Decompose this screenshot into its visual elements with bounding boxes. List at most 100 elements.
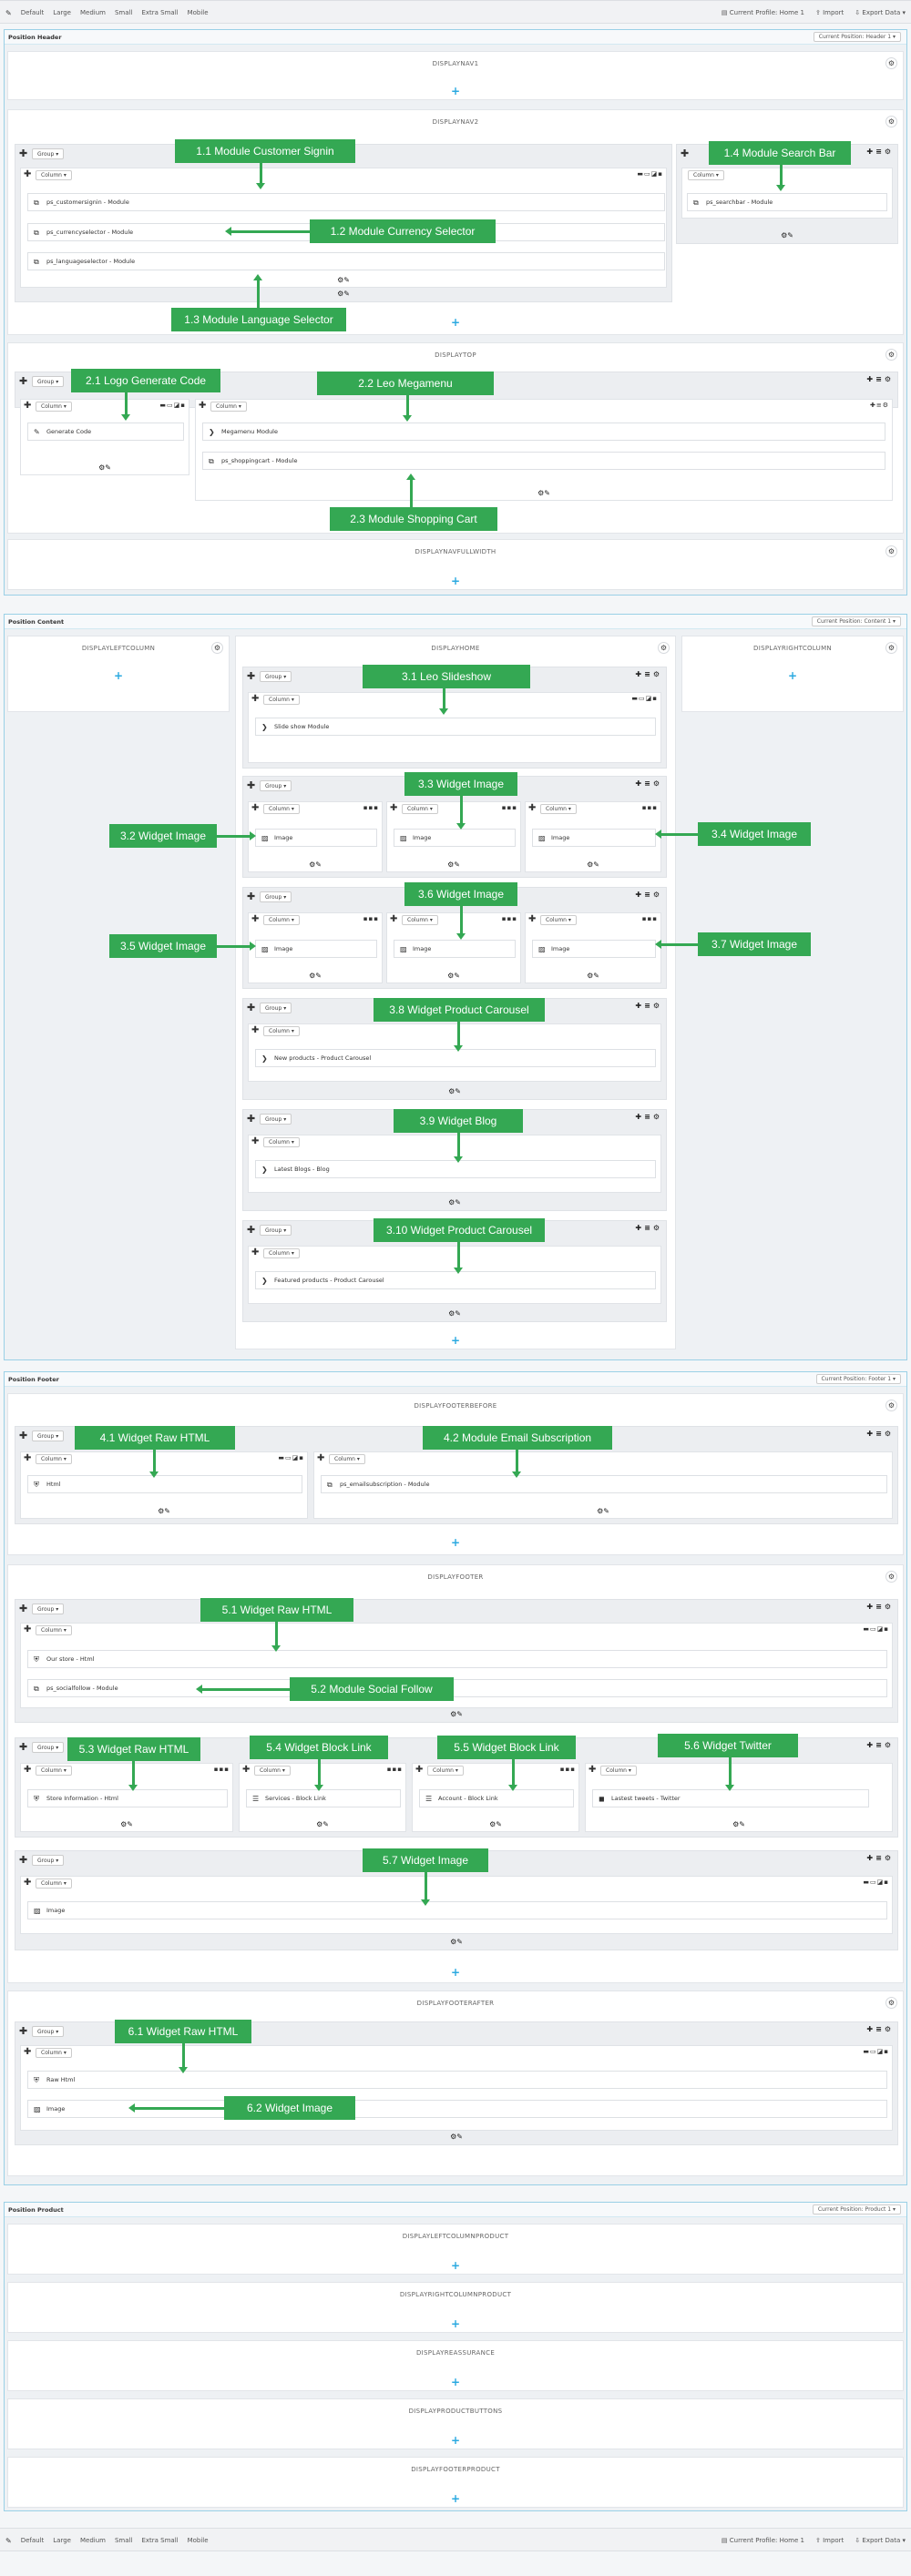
module-twitter[interactable]: ◼ Lastest tweets - Twitter [592,1789,869,1807]
group-actions[interactable]: ✚≡⚙ [866,1430,894,1438]
group-button[interactable]: Group ▾ [32,1855,65,1866]
add-widget-icon[interactable]: ✚ [24,169,31,179]
add-widget-icon[interactable]: ✚ [24,1765,31,1775]
add-column-icon[interactable]: ✚ [19,375,27,387]
group-button[interactable]: Group ▾ [32,1431,65,1441]
column-button[interactable]: Column ▾ [540,804,577,814]
current-profile-button[interactable]: ▤ Current Profile: Home 1 [722,2537,804,2544]
module-services[interactable]: ☰ Services - Block Link [246,1789,401,1807]
add-group-icon[interactable]: + [8,575,903,587]
module-featured[interactable]: ❯ Featured products - Product Carousel [255,1271,656,1289]
gear-icon[interactable]: ⚙ [211,642,223,654]
column-button[interactable]: Column ▾ [263,1248,300,1258]
column-button[interactable]: Column ▾ [263,1026,300,1036]
export-button[interactable]: ⇩ Export Data ▾ [855,9,906,16]
column-button[interactable]: Column ▾ [36,1766,72,1776]
gear-icon[interactable]: ⚙ [885,57,897,69]
column-settings-icon[interactable]: ⚙✎ [249,972,382,980]
group-actions[interactable]: ✚≡⚙ [866,148,894,156]
column-settings-icon[interactable]: ⚙✎ [21,1820,232,1828]
group-actions[interactable]: ✚≡⚙ [866,375,894,383]
add-widget-icon[interactable]: ✚ [24,401,31,411]
column-settings-icon[interactable]: ⚙✎ [586,1820,892,1828]
add-widget-icon[interactable]: ✚ [251,1025,259,1035]
column-button[interactable]: Column ▾ [402,915,438,925]
gear-icon[interactable]: ⚙ [885,642,897,654]
add-widget-icon[interactable]: ✚ [390,914,397,924]
add-widget-icon[interactable]: ✚ [251,914,259,924]
module-image[interactable]: ▨ Image [27,1901,887,1919]
module-slideshow[interactable]: ❯ Slide show Module [255,718,656,736]
column-settings-icon[interactable]: ⚙✎ [314,1507,892,1515]
column-settings-icon[interactable]: ⚙✎ [387,860,520,869]
add-group-icon[interactable]: + [8,2259,903,2272]
column-settings-icon[interactable]: ⚙✎ [526,972,660,980]
column-settings-icon[interactable]: ⚙✎ [21,1507,307,1515]
column-button[interactable]: Column ▾ [600,1766,637,1776]
module-megamenu[interactable]: ❯ Megamenu Module [202,423,885,441]
group-button[interactable]: Group ▾ [32,1604,65,1614]
add-widget-icon[interactable]: ✚ [24,2047,31,2057]
wrench-icon[interactable]: ✎ [5,9,12,17]
add-column-icon[interactable]: ✚ [247,779,255,791]
add-column-icon[interactable]: ✚ [247,1113,255,1125]
gear-icon[interactable]: ⚙ [885,116,897,127]
module-image[interactable]: ▨ Image [255,940,377,958]
add-widget-icon[interactable]: ✚ [528,914,536,924]
group-actions[interactable]: ✚≡⚙ [866,1741,894,1749]
device-default[interactable]: Default [21,2537,45,2544]
group-actions[interactable]: ✚≡⚙ [635,1002,662,1010]
column-actions[interactable]: ▪▪▪ [387,1766,403,1773]
add-group-icon[interactable]: + [8,2317,903,2330]
module-account[interactable]: ☰ Account - Block Link [419,1789,574,1807]
module-socialfollow[interactable]: ⧉ ps_socialfollow - Module [27,1679,887,1697]
position-profile-dropdown[interactable]: Current Position: Content 1 ▾ [811,616,901,626]
group-actions[interactable]: ✚≡⚙ [635,1224,662,1232]
group-button[interactable]: Group ▾ [260,1003,292,1013]
add-group-icon[interactable]: + [8,2376,903,2388]
add-column-icon[interactable]: ✚ [19,148,27,159]
add-widget-icon[interactable]: ✚ [251,694,259,704]
column-button[interactable]: Column ▾ [329,1454,365,1464]
add-group-icon[interactable]: + [8,1966,903,1979]
gear-icon[interactable]: ⚙ [885,349,897,361]
module-image[interactable]: ▨ Image [532,829,656,847]
group-button[interactable]: Group ▾ [260,671,292,682]
add-group-icon[interactable]: + [8,669,229,682]
add-group-icon[interactable]: + [8,85,903,97]
device-extra-small[interactable]: Extra Small [141,2537,178,2544]
add-column-icon[interactable]: ✚ [247,891,255,902]
group-actions[interactable]: ✚≡⚙ [635,891,662,899]
module-searchbar[interactable]: ⧉ ps_searchbar - Module [687,193,887,211]
group-actions[interactable]: ✚≡⚙ [635,670,662,678]
device-large[interactable]: Large [53,9,71,16]
column-button[interactable]: Column ▾ [36,1625,72,1635]
column-button[interactable]: Column ▾ [36,2048,72,2058]
add-widget-icon[interactable]: ✚ [251,1136,259,1146]
group-settings-icon[interactable]: ⚙✎ [243,1198,666,1207]
device-medium[interactable]: Medium [80,2537,106,2544]
column-actions[interactable]: ▪▪▪ [560,1766,576,1773]
column-actions[interactable]: ▬▭◪▪ [863,1625,889,1633]
group-button[interactable]: Group ▾ [32,2026,65,2037]
group-button[interactable]: Group ▾ [260,1225,292,1236]
import-button[interactable]: ⇪ Import [815,2537,844,2544]
device-mobile[interactable]: Mobile [188,2537,209,2544]
group-button[interactable]: Group ▾ [260,780,292,791]
column-settings-icon[interactable]: ⚙✎ [196,489,892,497]
column-actions[interactable]: ▬▭◪▪ [863,2048,889,2055]
column-settings-icon[interactable]: ⚙✎ [240,1820,405,1828]
add-widget-icon[interactable]: ✚ [242,1765,250,1775]
column-button[interactable]: Column ▾ [402,804,438,814]
column-actions[interactable]: ▪▪▪ [363,915,379,922]
add-column-icon[interactable]: ✚ [19,1603,27,1614]
group-settings-icon[interactable]: ⚙✎ [15,290,671,298]
column-button[interactable]: Column ▾ [254,1766,291,1776]
column-actions[interactable]: ▪▪▪ [642,915,658,922]
group-button[interactable]: Group ▾ [32,148,65,159]
add-group-icon[interactable]: + [236,1334,675,1347]
module-image[interactable]: ▨ Image [394,829,516,847]
column-button[interactable]: Column ▾ [263,804,300,814]
group-settings-icon[interactable]: ⚙✎ [15,1710,897,1718]
group-settings-icon[interactable]: ⚙✎ [243,1309,666,1318]
